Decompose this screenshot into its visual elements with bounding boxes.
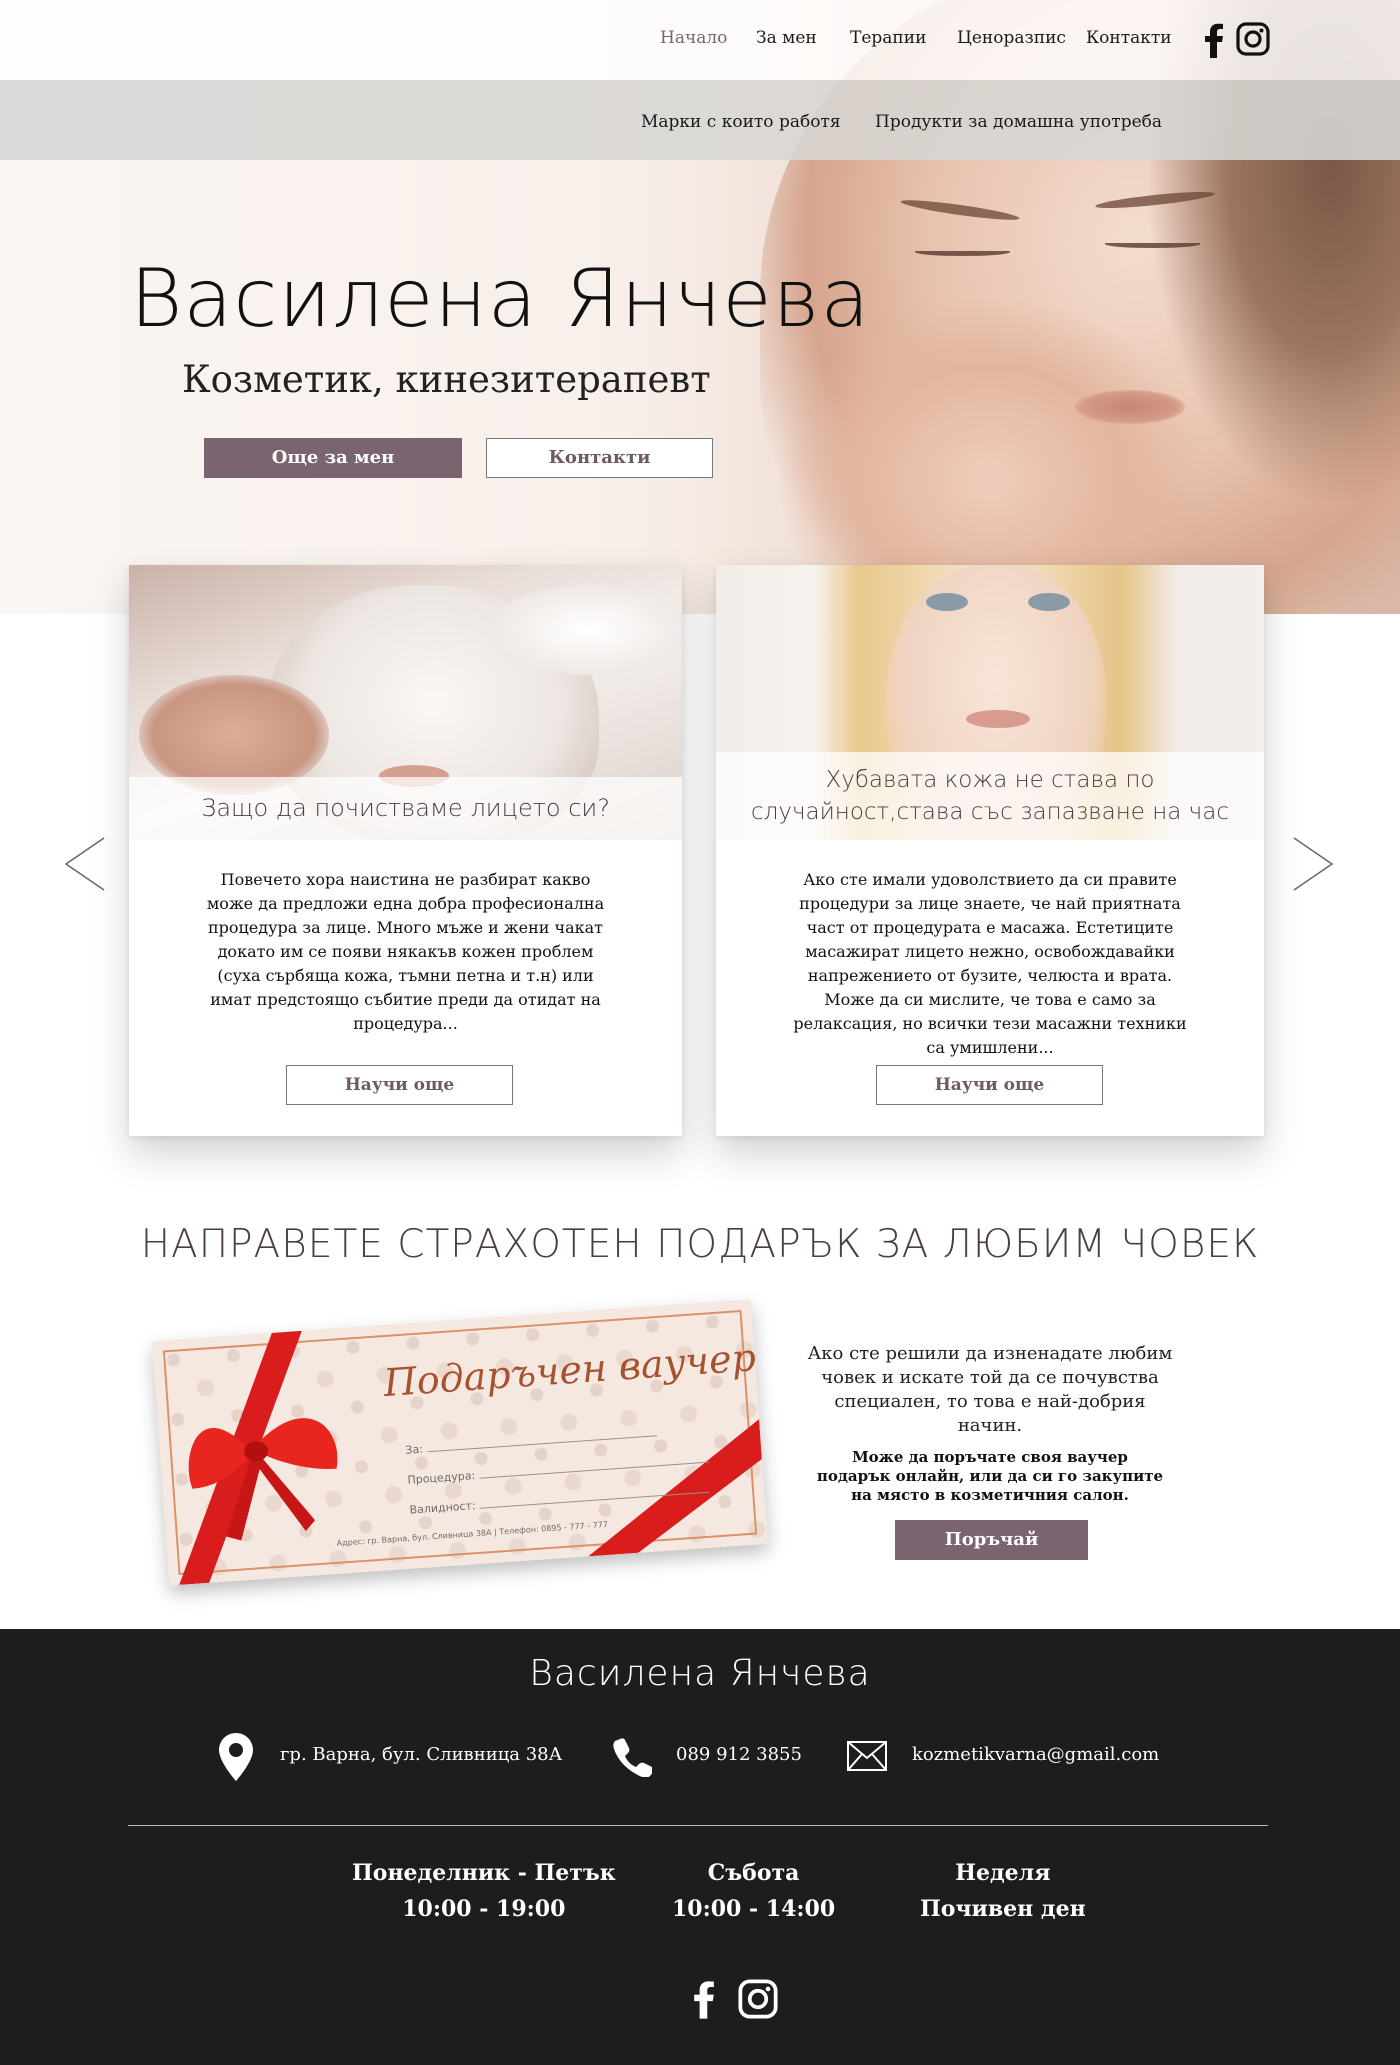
footer-address: гр. Варна, бул. Сливница 38А: [280, 1744, 563, 1765]
about-me-button[interactable]: Още за мен: [204, 438, 462, 478]
hours-time: Почивен ден: [920, 1896, 1086, 1922]
hours-day: Понеделник - Петък: [352, 1860, 616, 1886]
slider-prev-arrow-icon[interactable]: [64, 836, 108, 892]
voucher-for-label: За:: [404, 1442, 424, 1457]
hours-day: Събота: [707, 1860, 800, 1886]
learn-more-button[interactable]: Научи още: [286, 1065, 513, 1105]
order-voucher-button[interactable]: Поръчай: [895, 1520, 1088, 1560]
footer-title: Василена Янчева: [529, 1653, 871, 1694]
card-photo-eye: [1028, 593, 1070, 611]
nav-item-brands[interactable]: Марки с които работя: [641, 112, 841, 132]
hero-photo-lips: [1075, 390, 1185, 424]
card-caption-line: Хубавата кожа не става по: [825, 767, 1155, 793]
gift-voucher-image: Подаръчен ваучер За: Процедура: Валиднос…: [152, 1299, 768, 1586]
card-caption: Защо да почистваме лицето си?: [129, 777, 682, 840]
hours-weekdays: Понеделник - Петък 10:00 - 19:00: [352, 1855, 616, 1927]
card-photo-eye: [926, 593, 968, 611]
nav-item-contacts[interactable]: Контакти: [1086, 28, 1172, 48]
phone-icon: [613, 1738, 652, 1777]
sub-navigation: Марки с които работя Продукти за домашна…: [0, 80, 1400, 160]
hero-photo-eye: [1105, 240, 1200, 248]
hours-time: 10:00 - 14:00: [672, 1896, 836, 1922]
nav-item-pricelist[interactable]: Ценоразпис: [957, 28, 1066, 48]
hours-saturday: Събота 10:00 - 14:00: [672, 1855, 835, 1927]
gift-section-title: НАПРАВЕТЕ СТРАХОТЕН ПОДАРЪК ЗА ЛЮБИМ ЧОВ…: [140, 1222, 1260, 1267]
contacts-button[interactable]: Контакти: [486, 438, 713, 478]
card-text: Ако сте имали удоволствието да си правит…: [793, 870, 1187, 1057]
card-photo-lips: [966, 710, 1030, 728]
top-navigation: Начало За мен Терапии Ценоразпис Контакт…: [0, 0, 1400, 80]
nav-item-home-products[interactable]: Продукти за домашна употреба: [875, 112, 1162, 132]
learn-more-button[interactable]: Научи още: [876, 1065, 1103, 1105]
instagram-icon[interactable]: [738, 1979, 778, 2019]
slider-next-arrow-icon[interactable]: [1290, 836, 1334, 892]
hours-day: Неделя: [955, 1860, 1051, 1886]
nav-item-about[interactable]: За мен: [756, 28, 817, 48]
gift-order-info: Може да поръчате своя ваучер подарък онл…: [816, 1448, 1164, 1504]
footer-email[interactable]: kozmetikvarna@gmail.com: [912, 1744, 1159, 1765]
nav-item-home[interactable]: Начало: [660, 28, 727, 48]
footer-divider: [128, 1825, 1268, 1826]
hero-subtitle: Козметик, кинезитерапевт: [182, 358, 711, 401]
instagram-icon[interactable]: [1236, 22, 1270, 56]
email-icon: [847, 1741, 887, 1771]
footer: Василена Янчева гр. Варна, бул. Сливница…: [0, 1629, 1400, 2065]
card-caption: Хубавата кожа не става по случайност,ста…: [716, 752, 1264, 840]
card-photo-towel: [489, 585, 682, 675]
location-pin-icon: [219, 1733, 253, 1781]
card-text: Повечето хора наистина не разбират какво…: [206, 870, 605, 1033]
hours-sunday: Неделя Почивен ден: [920, 1855, 1086, 1927]
article-card: Защо да почистваме лицето си? Повечето х…: [129, 565, 682, 1136]
hero-title: Василена Янчева: [130, 252, 871, 345]
gift-description: Ако сте решили да изненадате любим човек…: [807, 1343, 1173, 1436]
hero-photo-eye: [915, 248, 1010, 256]
nav-item-therapies[interactable]: Терапии: [850, 28, 926, 48]
facebook-icon[interactable]: [692, 1979, 716, 2019]
facebook-icon[interactable]: [1203, 22, 1225, 58]
card-caption-line: случайност,става със запазване на час: [751, 799, 1229, 825]
article-card: Хубавата кожа не става по случайност,ста…: [716, 565, 1264, 1136]
hours-time: 10:00 - 19:00: [402, 1896, 566, 1922]
footer-phone[interactable]: 089 912 3855: [676, 1744, 802, 1765]
